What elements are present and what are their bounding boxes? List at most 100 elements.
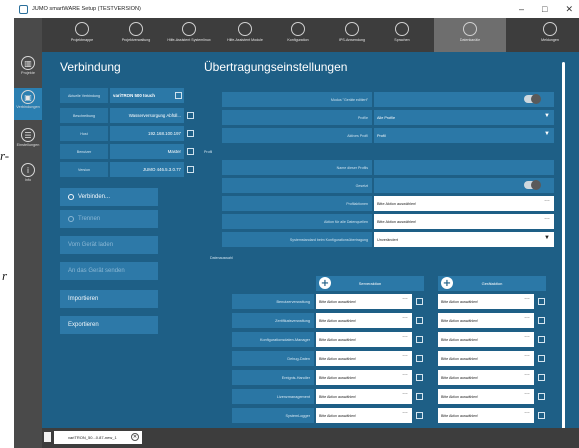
title-bar: JUMO smartWARE Setup (TESTVERSION) – □ ✕ — [14, 0, 579, 18]
rail-label: Info — [24, 178, 32, 182]
compass-icon — [129, 22, 143, 36]
device-action-select[interactable]: Bitte Aktion auswählen!… — [438, 389, 534, 404]
cell-value: Bitte Aktion auswählen! — [319, 394, 357, 399]
server-action-select[interactable]: Bitte Aktion auswählen!… — [316, 332, 412, 347]
rail-info[interactable]: i Info — [14, 163, 42, 191]
profile-actions-select[interactable]: Bitte Aktion auswählen!… — [374, 196, 554, 211]
field-label: Systemstandard beim Konfigurationsübertr… — [222, 232, 372, 247]
toolbar-sprachen[interactable]: Sprachen — [382, 18, 422, 52]
connection-select-button[interactable] — [175, 92, 182, 99]
server-action-select[interactable]: Bitte Aktion auswählen!… — [316, 408, 412, 423]
field-label: Gesetzt — [222, 178, 372, 193]
close-icon[interactable]: ✕ — [131, 433, 139, 441]
server-action-select[interactable]: Bitte Aktion auswählen!… — [316, 294, 412, 309]
disconnect-button[interactable]: Trennen — [60, 210, 158, 228]
device-action-select[interactable]: Bitte Aktion auswählen!… — [438, 408, 534, 423]
maximize-button[interactable]: □ — [542, 4, 547, 14]
left-rail: ▥ Projekte ▣ Verbindungen ☰ Einstellunge… — [14, 18, 42, 448]
margin-text-2: r — [2, 268, 8, 283]
edit-button[interactable] — [187, 166, 194, 173]
select-value: Bitte Aktion auswählen! — [377, 201, 417, 206]
server-action-select[interactable]: Bitte Aktion auswählen!… — [316, 351, 412, 366]
server-action-select[interactable]: Bitte Aktion auswählen!… — [316, 313, 412, 328]
server-action-select[interactable]: Bitte Aktion auswählen!… — [316, 370, 412, 385]
field-row: Aktion für alle Datenquellen Bitte Aktio… — [222, 214, 556, 230]
chevron-down-icon: ▼ — [544, 235, 550, 241]
button-label: Verbinden... — [78, 194, 111, 200]
rail-verbindungen[interactable]: ▣ Verbindungen — [14, 88, 42, 120]
field-label: Aktion für alle Datenquellen — [222, 214, 372, 229]
info-row: Version JUMO 446.5.3.0.77 — [60, 162, 198, 178]
toolbar-konfiguration[interactable]: Konfiguration — [276, 18, 320, 52]
device-action-select[interactable]: Bitte Aktion auswählen!… — [438, 332, 534, 347]
info-value: Master — [110, 144, 184, 159]
server-edit-button[interactable] — [416, 336, 423, 343]
select-value: Unverändert — [377, 237, 398, 242]
list-icon: ☰ — [21, 128, 35, 142]
more-icon: … — [524, 390, 530, 396]
device-action-header: + Gerätaktion — [438, 276, 546, 291]
load-from-device-button[interactable]: Vom Gerät laden — [60, 236, 158, 254]
toolbar-label: Projektverwaltung — [121, 38, 151, 42]
toolbar-datenkanaele[interactable]: Datenkanäle — [434, 18, 506, 52]
server-edit-button[interactable] — [416, 374, 423, 381]
device-edit-button[interactable] — [538, 317, 545, 324]
rail-projekte[interactable]: ▥ Projekte — [14, 56, 42, 84]
toolbar-meldungen[interactable]: Meldungen — [530, 18, 570, 52]
server-edit-button[interactable] — [416, 298, 423, 305]
import-button[interactable]: Importieren — [60, 290, 158, 308]
connect-button[interactable]: Verbinden... — [60, 188, 158, 206]
edit-button[interactable] — [187, 148, 194, 155]
device-edit-button[interactable] — [538, 393, 545, 400]
device-edit-button[interactable] — [538, 412, 545, 419]
toolbar-systemlinux[interactable]: Hilfe-Assistent Systemlinux — [164, 18, 214, 52]
chevron-down-icon: ▼ — [544, 113, 550, 119]
active-profile-select[interactable]: Profil ▼ — [374, 128, 554, 143]
toolbar-projektmappe[interactable]: Projektmappe — [62, 18, 102, 52]
more-icon: … — [524, 314, 530, 320]
more-icon: … — [402, 409, 408, 415]
row-label: Debug-Daten — [232, 351, 314, 366]
system-standard-select[interactable]: Unverändert ▼ — [374, 232, 554, 247]
close-button[interactable]: ✕ — [565, 4, 573, 15]
vertical-scrollbar[interactable] — [562, 62, 565, 434]
server-edit-button[interactable] — [416, 317, 423, 324]
device-edit-button[interactable] — [538, 336, 545, 343]
project-tab[interactable]: variTRON_50...0.87-new_1 ✕ — [54, 431, 142, 444]
device-edit-button[interactable] — [538, 355, 545, 362]
server-edit-button[interactable] — [416, 412, 423, 419]
device-edit-button[interactable] — [538, 374, 545, 381]
profiles-select[interactable]: Alle Profile ▼ — [374, 110, 554, 125]
profile-name-field[interactable] — [374, 160, 554, 175]
edit-button[interactable] — [187, 130, 194, 137]
export-button[interactable]: Exportieren — [60, 316, 158, 334]
plus-icon[interactable]: + — [319, 277, 331, 289]
device-action-select[interactable]: Bitte Aktion auswählen!… — [438, 351, 534, 366]
server-edit-button[interactable] — [416, 393, 423, 400]
device-action-select[interactable]: Bitte Aktion auswählen!… — [438, 313, 534, 328]
send-to-device-button[interactable]: An das Gerät senden — [60, 262, 158, 280]
toolbar-projektverwaltung[interactable]: Projektverwaltung — [114, 18, 158, 52]
field-label: Aktives Profil — [222, 128, 372, 143]
server-edit-button[interactable] — [416, 355, 423, 362]
edit-button[interactable] — [187, 112, 194, 119]
row-label: Zertifikatsverwaltung — [232, 313, 314, 328]
all-data-action-select[interactable]: Bitte Aktion auswählen!… — [374, 214, 554, 229]
device-action-select[interactable]: Bitte Aktion auswählen!… — [438, 370, 534, 385]
set-toggle[interactable] — [524, 180, 541, 190]
mode-toggle[interactable] — [524, 94, 541, 104]
more-icon: … — [524, 371, 530, 377]
device-edit-button[interactable] — [538, 298, 545, 305]
row-label: Lizenzmanagement — [232, 389, 314, 404]
rail-einstellungen[interactable]: ☰ Einstellungen — [14, 128, 42, 156]
server-action-select[interactable]: Bitte Aktion auswählen!… — [316, 389, 412, 404]
toolbar-ips[interactable]: IPS-Anwendung — [330, 18, 374, 52]
info-label: Beschreibung — [60, 108, 108, 123]
minimize-button[interactable]: – — [519, 4, 524, 14]
plus-icon[interactable]: + — [441, 277, 453, 289]
toolbar-label: Konfiguration — [287, 38, 309, 42]
info-value: 192.168.100.197 — [110, 126, 184, 141]
toolbar-module[interactable]: Hilfe-Assistent Module — [222, 18, 268, 52]
info-row: Benutzer Master — [60, 144, 198, 160]
device-action-select[interactable]: Bitte Aktion auswählen!… — [438, 294, 534, 309]
